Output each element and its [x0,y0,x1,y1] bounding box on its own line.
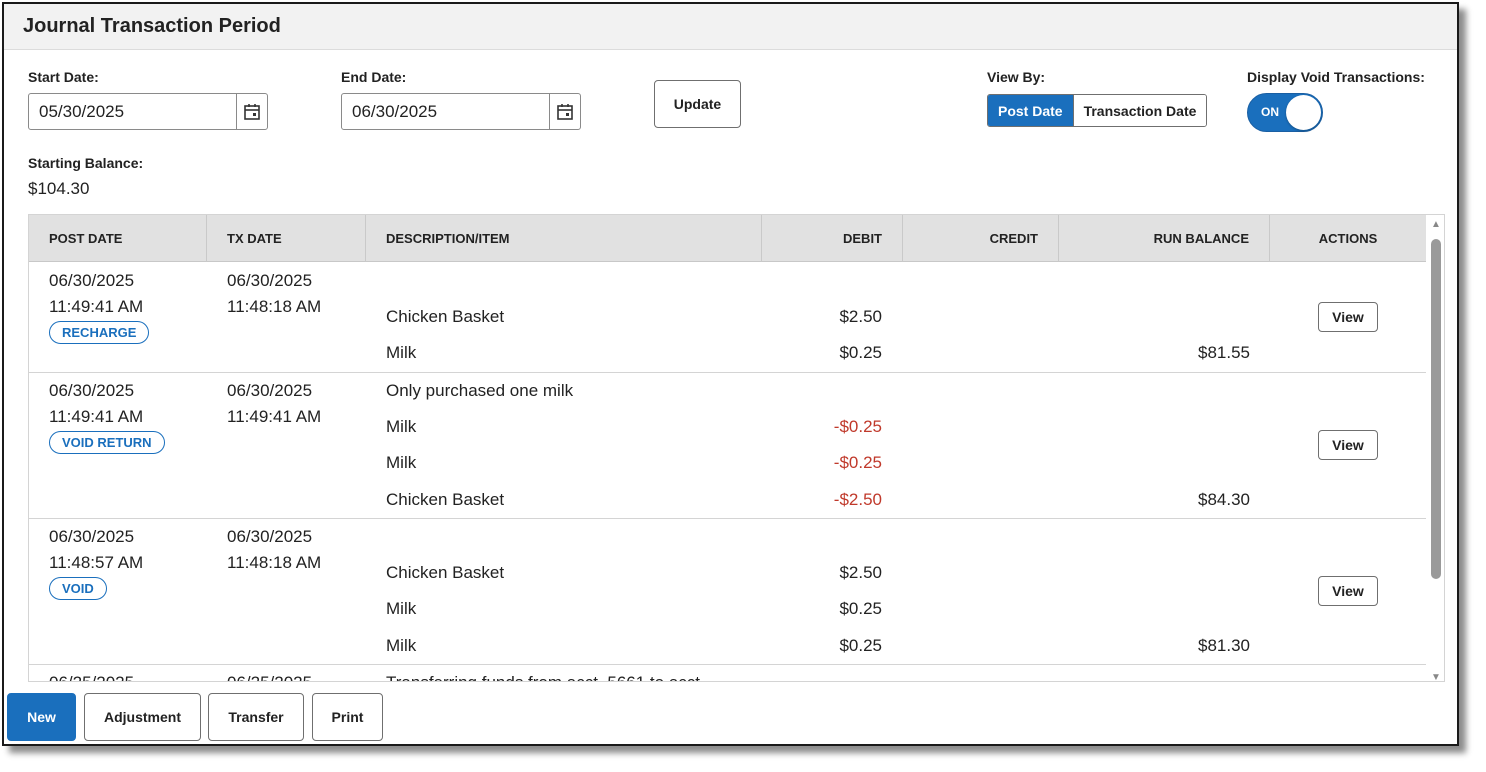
item-name: Chicken Basket [386,563,505,582]
update-button[interactable]: Update [654,80,741,128]
item-name: Chicken Basket [386,307,505,326]
view-by-post-date[interactable]: Post Date [988,95,1073,126]
post-date: 06/30/2025 [49,271,135,290]
transactions-table: POST DATE TX DATE DESCRIPTION/ITEM DEBIT… [28,214,1445,682]
transaction-description: Transferring funds from acct. 5661 to ac… [386,673,705,681]
view-by-label: View By: [987,69,1046,85]
item-name: Chicken Basket [386,490,505,509]
item-name: Milk [386,417,417,436]
view-button[interactable]: View [1318,302,1378,332]
table-row: 06/30/2025 11:49:41 AM RECHARGE 06/30/20… [29,263,1426,373]
calendar-icon [557,103,573,120]
post-date: 06/30/2025 [49,527,135,546]
transaction-description: Only purchased one milk [386,381,574,400]
item-debit: -$2.50 [833,490,882,509]
column-description: DESCRIPTION/ITEM [366,215,762,262]
item-debit: -$0.25 [833,453,882,472]
calendar-icon [244,103,260,120]
new-button[interactable]: New [7,693,76,741]
tx-time: 11:48:18 AM [227,297,322,316]
item-debit: $0.25 [839,636,882,655]
starting-balance-label: Starting Balance: [28,155,144,171]
transfer-button[interactable]: Transfer [208,693,304,741]
table-row: 06/30/2025 11:48:57 AM VOID 06/30/2025 1… [29,519,1426,665]
start-date-value[interactable]: 05/30/2025 [29,94,236,129]
table-row: 06/30/2025 11:49:41 AM VOID RETURN 06/30… [29,373,1426,519]
end-date-input[interactable]: 06/30/2025 [341,93,581,130]
toggle-state-text: ON [1261,105,1279,119]
status-badge: VOID RETURN [49,431,165,454]
display-void-label: Display Void Transactions: [1247,69,1425,85]
column-tx-date: TX DATE [207,215,366,262]
table-row: 06/25/2025 06/25/2025 Transferring funds… [29,665,1426,681]
status-badge: VOID [49,577,107,600]
post-date: 06/30/2025 [49,381,135,400]
run-balance: $84.30 [1198,490,1250,509]
column-credit: CREDIT [903,215,1059,262]
action-bar: New Adjustment Transfer Print [4,684,1457,744]
item-debit: $0.25 [839,343,882,362]
view-by-segmented-control: Post Date Transaction Date [987,94,1208,127]
end-date-label: End Date: [341,69,407,85]
starting-balance-value: $104.30 [28,179,90,198]
panel-header: Journal Transaction Period [4,4,1457,50]
run-balance: $81.30 [1198,636,1250,655]
post-time: 11:49:41 AM [49,297,144,316]
view-button[interactable]: View [1318,576,1378,606]
item-name: Milk [386,636,417,655]
print-button[interactable]: Print [312,693,383,741]
table-scrollbar[interactable]: ▲ ▼ [1428,215,1444,681]
page-title: Journal Transaction Period [23,15,281,37]
start-date-label: Start Date: [28,69,99,85]
column-post-date: POST DATE [29,215,207,262]
table-header: POST DATE TX DATE DESCRIPTION/ITEM DEBIT… [29,215,1426,262]
post-time: 11:48:57 AM [49,553,144,572]
item-debit: -$0.25 [833,417,882,436]
scrollbar-thumb[interactable] [1431,239,1441,579]
item-name: Milk [386,453,417,472]
tx-date: 06/30/2025 [227,271,313,290]
start-date-input[interactable]: 05/30/2025 [28,93,268,130]
display-void-toggle[interactable]: ON [1247,93,1323,132]
post-time: 11:49:41 AM [49,407,144,426]
tx-time: 11:49:41 AM [227,407,322,426]
item-name: Milk [386,599,417,618]
column-debit: DEBIT [762,215,903,262]
tx-date: 06/25/2025 [227,673,312,681]
scroll-down-icon[interactable]: ▼ [1431,672,1441,681]
tx-date: 06/30/2025 [227,527,313,546]
end-date-calendar-button[interactable] [549,94,580,129]
scroll-up-icon[interactable]: ▲ [1431,219,1441,230]
tx-time: 11:48:18 AM [227,553,322,572]
start-date-calendar-button[interactable] [236,94,267,129]
item-debit: $2.50 [839,307,882,326]
journal-transaction-panel: Journal Transaction Period Start Date: 0… [2,2,1459,746]
item-debit: $0.25 [839,599,882,618]
status-badge: RECHARGE [49,321,150,344]
column-actions: ACTIONS [1318,231,1378,246]
tx-date: 06/30/2025 [227,381,313,400]
run-balance: $81.55 [1198,343,1250,362]
view-by-transaction-date[interactable]: Transaction Date [1072,95,1207,126]
adjustment-button[interactable]: Adjustment [84,693,201,741]
post-date: 06/25/2025 [49,673,134,681]
item-name: Milk [386,343,417,362]
view-button[interactable]: View [1318,430,1378,460]
column-run-balance: RUN BALANCE [1059,215,1270,262]
toggle-knob [1286,95,1321,130]
item-debit: $2.50 [839,563,882,582]
end-date-value[interactable]: 06/30/2025 [342,94,549,129]
